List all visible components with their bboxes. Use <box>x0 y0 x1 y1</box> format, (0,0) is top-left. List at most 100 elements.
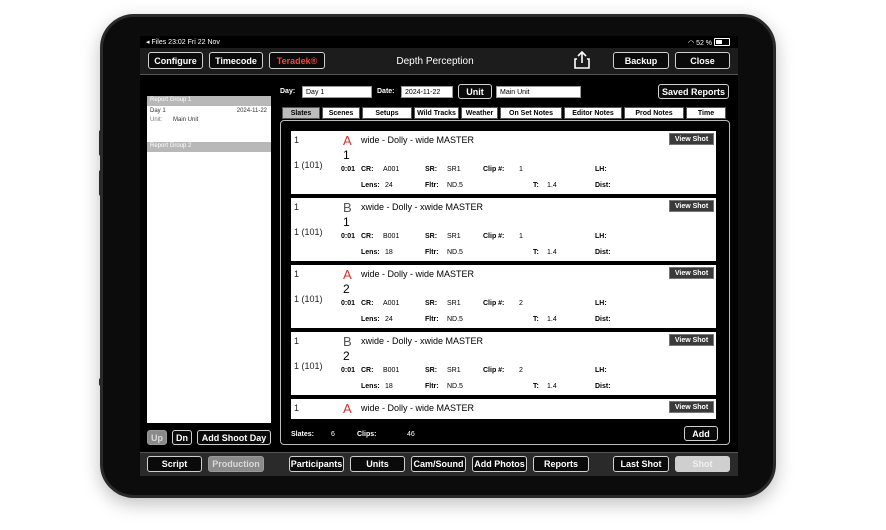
date-field[interactable]: 2024-11-22 <box>401 86 453 98</box>
shot-button[interactable]: Shot <box>675 456 730 472</box>
slates-count-label: Slates: <box>291 431 314 438</box>
camera-letter: A <box>343 133 352 148</box>
report-group-list: Report Group 1 Day 1 2024-11-22 Unit: Ma… <box>147 96 271 423</box>
list-item[interactable]: Day 1 2024-11-22 <box>147 106 271 116</box>
down-button[interactable]: Dn <box>172 430 192 445</box>
volume-button <box>99 130 103 156</box>
side-button <box>99 378 103 386</box>
take-number: 1 <box>343 215 350 229</box>
fltr-label: Fltr: <box>425 383 439 390</box>
view-shot-button[interactable]: View Shot <box>669 133 714 145</box>
list-item-date: 2024-11-22 <box>236 108 267 114</box>
view-shot-button[interactable]: View Shot <box>669 401 714 413</box>
page-title: Depth Perception <box>396 56 474 67</box>
t-value: 1.4 <box>547 182 557 189</box>
production-button[interactable]: Production <box>208 456 264 472</box>
timecode-button[interactable]: Timecode <box>209 52 263 69</box>
fltr-value: ND.5 <box>447 383 463 390</box>
up-button[interactable]: Up <box>147 430 167 445</box>
t-label: T: <box>533 249 539 256</box>
reports-button[interactable]: Reports <box>533 456 589 472</box>
setup-number: 1 (101) <box>294 227 323 237</box>
lh-label: LH: <box>595 166 607 173</box>
tab-editor-notes[interactable]: Editor Notes <box>564 107 622 119</box>
slate-card[interactable]: 1 A wide - Dolly - wide MASTER View Shot <box>291 399 716 419</box>
report-group-header[interactable]: Report Group 1 <box>147 96 271 106</box>
shot-description: wide - Dolly - wide MASTER <box>361 403 475 413</box>
clip-value: 1 <box>519 166 523 173</box>
add-button[interactable]: Add <box>684 426 718 441</box>
tab-weather[interactable]: Weather <box>461 107 498 119</box>
tab-wild-tracks[interactable]: Wild Tracks <box>414 107 459 119</box>
view-shot-button[interactable]: View Shot <box>669 334 714 346</box>
clip-value: 1 <box>519 233 523 240</box>
saved-reports-button[interactable]: Saved Reports <box>658 84 729 99</box>
fltr-label: Fltr: <box>425 182 439 189</box>
view-shot-button[interactable]: View Shot <box>669 200 714 212</box>
close-button[interactable]: Close <box>675 52 730 69</box>
units-button[interactable]: Units <box>350 456 405 472</box>
report-group-header[interactable]: Report Group 2 <box>147 142 271 152</box>
unit-button[interactable]: Unit <box>458 84 492 99</box>
cam-sound-button[interactable]: Cam/Sound <box>411 456 466 472</box>
tab-prod-notes[interactable]: Prod Notes <box>624 107 684 119</box>
lh-label: LH: <box>595 300 607 307</box>
take-time: 0:01 <box>341 233 356 240</box>
slates-count-value: 6 <box>331 431 335 438</box>
slates-list[interactable]: 1 1 (101) A wide - Dolly - wide MASTER 1… <box>280 120 730 445</box>
cr-label: CR: <box>361 233 374 240</box>
configure-button[interactable]: Configure <box>148 52 203 69</box>
slate-card[interactable]: 1 1 (101) B xwide - Dolly - xwide MASTER… <box>291 198 716 261</box>
clip-label: Clip #: <box>483 367 505 374</box>
camera-letter: A <box>343 267 352 282</box>
t-label: T: <box>533 316 539 323</box>
camera-letter: B <box>343 200 352 215</box>
share-icon[interactable] <box>572 50 592 70</box>
shot-description: wide - Dolly - wide MASTER <box>361 135 475 145</box>
lens-label: Lens: <box>361 316 380 323</box>
date-label: Date: <box>377 88 395 95</box>
take-number: 2 <box>343 282 350 296</box>
camera-letter: B <box>343 334 352 349</box>
slate-card[interactable]: 1 1 (101) B xwide - Dolly - xwide MASTER… <box>291 332 716 395</box>
day-field[interactable]: Day 1 <box>302 86 372 98</box>
cr-value: A001 <box>383 166 400 173</box>
setup-number: 1 (101) <box>294 361 323 371</box>
scene-number: 1 <box>294 403 300 413</box>
last-shot-button[interactable]: Last Shot <box>613 456 669 472</box>
sr-label: SR: <box>425 300 438 307</box>
t-label: T: <box>533 182 539 189</box>
script-button[interactable]: Script <box>147 456 202 472</box>
shot-description: xwide - Dolly - xwide MASTER <box>361 336 484 346</box>
unit-field[interactable]: Main Unit <box>496 86 581 98</box>
status-bar: ◂ Files 23:02 Fri 22 Nov ◠ 52 % <box>140 36 738 48</box>
slate-card[interactable]: 1 1 (101) A wide - Dolly - wide MASTER 1… <box>291 131 716 194</box>
tab-bar: Slates Scenes Setups Wild Tracks Weather… <box>282 107 728 119</box>
tab-time[interactable]: Time <box>686 107 726 119</box>
backup-button[interactable]: Backup <box>613 52 669 69</box>
battery-icon <box>714 38 730 46</box>
lens-value: 24 <box>385 316 393 323</box>
view-shot-button[interactable]: View Shot <box>669 267 714 279</box>
lens-label: Lens: <box>361 383 380 390</box>
teradek-button[interactable]: Teradek® <box>269 52 325 69</box>
clip-label: Clip #: <box>483 233 505 240</box>
sr-value: SR1 <box>447 300 461 307</box>
scene-number: 1 <box>294 135 300 145</box>
add-photos-button[interactable]: Add Photos <box>472 456 527 472</box>
sr-value: SR1 <box>447 166 461 173</box>
tab-setups[interactable]: Setups <box>362 107 412 119</box>
setup-number: 1 (101) <box>294 294 323 304</box>
tab-on-set-notes[interactable]: On Set Notes <box>500 107 562 119</box>
add-shoot-day-button[interactable]: Add Shoot Day <box>197 430 271 445</box>
lens-label: Lens: <box>361 249 380 256</box>
sr-value: SR1 <box>447 233 461 240</box>
slate-card[interactable]: 1 1 (101) A wide - Dolly - wide MASTER 2… <box>291 265 716 328</box>
setup-number: 1 (101) <box>294 160 323 170</box>
clip-label: Clip #: <box>483 166 505 173</box>
app-screen: ◂ Files 23:02 Fri 22 Nov ◠ 52 % Configur… <box>140 36 738 476</box>
tab-slates[interactable]: Slates <box>282 107 320 119</box>
tab-scenes[interactable]: Scenes <box>322 107 360 119</box>
take-number: 2 <box>343 349 350 363</box>
participants-button[interactable]: Participants <box>289 456 344 472</box>
